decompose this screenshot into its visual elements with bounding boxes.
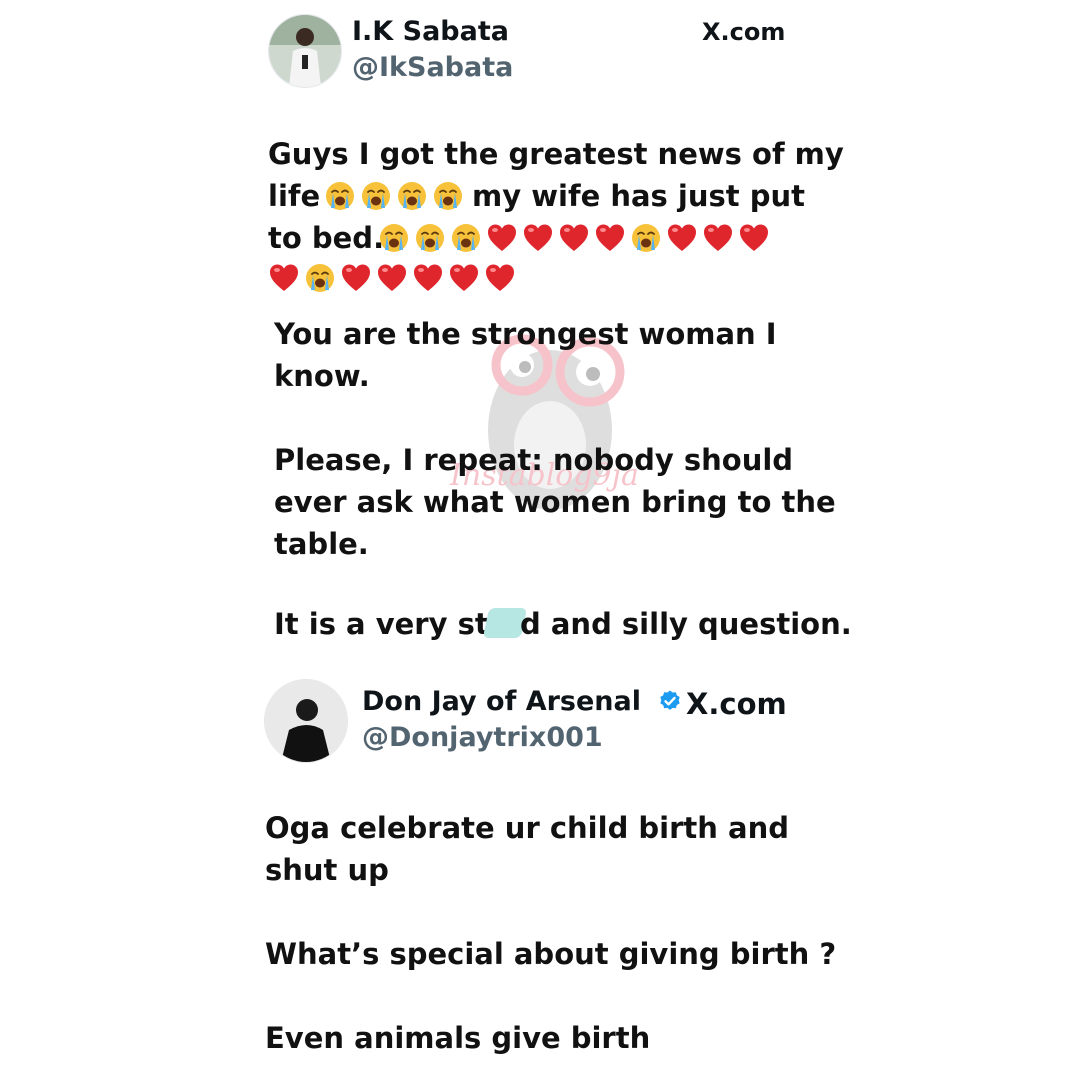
emoji-row-2 [324, 180, 464, 212]
red-heart-icon [740, 224, 768, 251]
red-heart-icon [414, 264, 442, 291]
red-heart-icon [486, 264, 514, 291]
avatar-iksabata[interactable] [268, 14, 342, 88]
red-heart-icon [488, 224, 516, 251]
tweet-text-line2a: life [268, 179, 321, 213]
emoji-row-3 [378, 222, 770, 254]
red-heart-icon [450, 264, 478, 291]
red-heart-icon [378, 264, 406, 291]
author-name-text: Don Jay of Arsenal [362, 686, 642, 717]
site-label-2: X.com [686, 687, 787, 721]
red-heart-icon [560, 224, 588, 251]
loudly-crying-face-icon [398, 182, 426, 210]
tweet-paragraph-1: You are the strongest woman I know. [274, 317, 777, 393]
loudly-crying-face-icon [326, 182, 354, 210]
avatar-donjaytrix[interactable] [264, 679, 348, 763]
reply-paragraph-1: Oga celebrate ur child birth and shut up [265, 811, 789, 887]
tweet-text-line1: Guys I got the greatest news of my [268, 137, 844, 171]
profile-photo-icon [269, 15, 341, 87]
loudly-crying-face-icon [434, 182, 462, 210]
red-heart-icon [668, 224, 696, 251]
author-handle[interactable]: @IkSabata [352, 52, 513, 83]
tweet-paragraph-3b: d and silly question. [520, 607, 852, 641]
loudly-crying-face-icon [452, 224, 480, 252]
reply-paragraph-3: Even animals give birth [265, 1021, 651, 1055]
tweet-text-line3a: to bed. [268, 221, 385, 255]
profile-photo-icon [265, 680, 347, 762]
reply-paragraph-2: What’s special about giving birth ? [265, 937, 837, 971]
tweet-text-line2b: my wife has just put [472, 179, 805, 213]
author-handle-2[interactable]: @Donjaytrix001 [362, 722, 603, 753]
loudly-crying-face-icon [306, 264, 334, 292]
author-name[interactable]: I.K Sabata [352, 16, 509, 47]
loudly-crying-face-icon [632, 224, 660, 252]
author-name-2[interactable]: Don Jay of Arsenal [362, 686, 682, 717]
verified-badge-icon [660, 690, 681, 710]
red-heart-icon [524, 224, 552, 251]
emoji-row-4 [268, 262, 516, 294]
tweet-paragraph-3a: It is a very stu [274, 607, 510, 641]
red-heart-icon [704, 224, 732, 251]
tweet-paragraph-2: Please, I repeat: nobody should ever ask… [274, 443, 836, 561]
red-heart-icon [596, 224, 624, 251]
loudly-crying-face-icon [380, 224, 408, 252]
loudly-crying-face-icon [416, 224, 444, 252]
site-label: X.com [702, 18, 786, 46]
red-heart-icon [270, 264, 298, 291]
loudly-crying-face-icon [362, 182, 390, 210]
red-heart-icon [342, 264, 370, 291]
